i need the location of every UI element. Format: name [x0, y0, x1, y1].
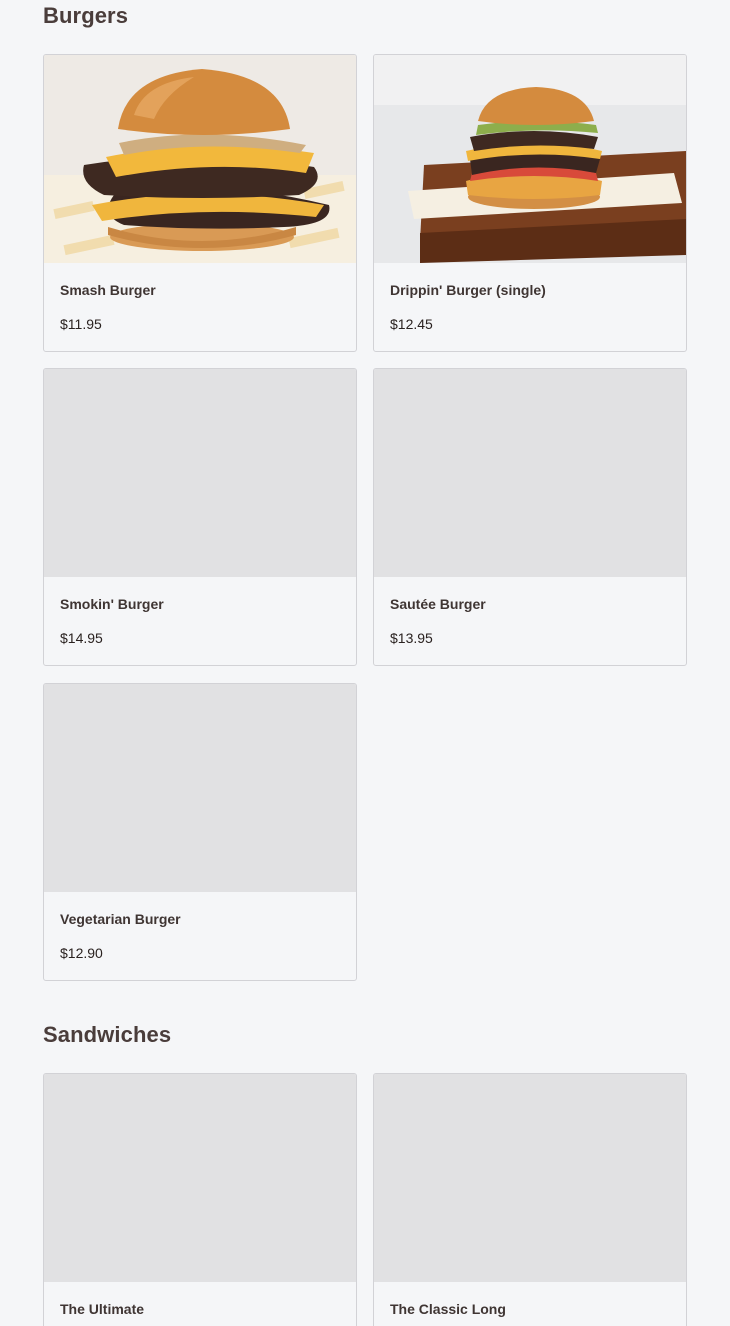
menu-page: Burgers Smash Burger $11.95 Drippin' Bur… — [0, 0, 730, 1326]
menu-item-name: The Classic Long — [390, 1301, 506, 1317]
image-placeholder — [44, 1074, 356, 1282]
menu-item-card-smokin-burger[interactable]: Smokin' Burger $14.95 — [43, 368, 357, 666]
menu-item-name: Sautée Burger — [390, 596, 486, 612]
menu-item-price: $11.95 — [60, 316, 102, 332]
menu-item-card-the-classic-long[interactable]: The Classic Long — [373, 1073, 687, 1326]
menu-item-card-sautee-burger[interactable]: Sautée Burger $13.95 — [373, 368, 687, 666]
image-placeholder — [44, 684, 356, 892]
menu-item-name: The Ultimate — [60, 1301, 145, 1317]
menu-item-price: $14.95 — [60, 630, 103, 646]
image-placeholder — [374, 1074, 686, 1282]
menu-item-name: Smokin' Burger — [60, 596, 164, 612]
menu-item-price: $12.45 — [390, 316, 433, 332]
section-title-burgers: Burgers — [43, 3, 129, 28]
menu-item-price: $13.95 — [390, 630, 433, 646]
menu-item-name: Smash Burger — [60, 282, 156, 298]
menu-item-name: Drippin' Burger (single) — [390, 282, 546, 298]
menu-item-card-drippin-burger[interactable]: Drippin' Burger (single) $12.45 — [373, 54, 687, 352]
smash-burger-image — [44, 55, 356, 263]
menu-item-price: $12.90 — [60, 945, 103, 961]
menu-item-card-smash-burger[interactable]: Smash Burger $11.95 — [43, 54, 357, 352]
image-placeholder — [374, 369, 686, 577]
menu-item-card-the-ultimate[interactable]: The Ultimate — [43, 1073, 357, 1326]
drippin-burger-image — [374, 55, 686, 263]
menu-item-card-vegetarian-burger[interactable]: Vegetarian Burger $12.90 — [43, 683, 357, 981]
section-title-sandwiches: Sandwiches — [43, 1022, 172, 1047]
image-placeholder — [44, 369, 356, 577]
menu-item-name: Vegetarian Burger — [60, 911, 181, 927]
